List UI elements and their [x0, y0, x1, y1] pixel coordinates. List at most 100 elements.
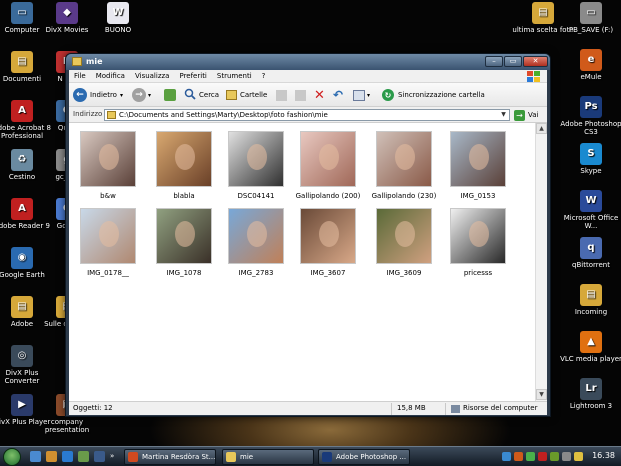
thumbnail-item[interactable]: IMG_1078 — [147, 208, 221, 277]
vertical-scrollbar[interactable]: ▲ ▼ — [535, 123, 547, 401]
chevron-down-icon[interactable]: ▼ — [499, 110, 508, 120]
quicklaunch-media-icon[interactable] — [78, 451, 89, 462]
thumbnail-item[interactable]: DSC04141 — [219, 131, 293, 200]
tray-icon[interactable] — [574, 452, 583, 461]
menu-help[interactable]: ? — [257, 72, 271, 80]
search-button[interactable]: Cerca — [184, 87, 219, 103]
sync-folder-button[interactable]: ↻ Sincronizzazione cartella — [382, 87, 485, 103]
scroll-down-icon[interactable]: ▼ — [536, 389, 547, 400]
photo-thumbnail — [156, 131, 212, 187]
thumbnail-item[interactable]: b&w — [71, 131, 145, 200]
up-folder-button[interactable] — [164, 87, 176, 103]
app-icon: ▶ — [11, 394, 33, 416]
desktop-icon[interactable]: ▭ PB_SAVE (F:) — [559, 2, 621, 34]
desktop-icon[interactable]: Lr Lightroom 3 — [559, 378, 621, 410]
taskbar-button[interactable]: mie — [222, 449, 314, 465]
move-to-button[interactable] — [276, 87, 287, 103]
up-folder-icon — [164, 89, 176, 101]
menu-visualizza[interactable]: Visualizza — [130, 72, 174, 80]
quicklaunch-more-icon[interactable]: » — [110, 452, 114, 460]
thumbnail-item[interactable]: pricesss — [441, 208, 515, 277]
chevron-down-icon[interactable]: ▾ — [148, 92, 151, 99]
desktop-icon[interactable]: W BUONO — [86, 2, 150, 34]
photo-thumbnail — [228, 208, 284, 264]
portrait-shape — [99, 221, 119, 247]
folders-button[interactable]: Cartelle — [226, 87, 267, 103]
desktop-icon[interactable]: W Microsoft Office W... — [559, 190, 621, 230]
desktop-icon-label: Adobe Photoshop CS3 — [560, 120, 621, 136]
forward-button[interactable]: → ▾ — [132, 87, 151, 103]
thumbnail-item[interactable]: IMG_3609 — [367, 208, 441, 277]
title-bar[interactable]: mie – ▭ ✕ — [66, 54, 550, 70]
chevron-down-icon[interactable]: ▾ — [120, 92, 123, 99]
thumbnail-item[interactable]: blabla — [147, 131, 221, 200]
desktop-icon-label: Lightroom 3 — [569, 402, 613, 410]
tray-icon[interactable] — [562, 452, 571, 461]
thumbnail-caption: DSC04141 — [237, 192, 275, 200]
portrait-shape — [395, 221, 415, 247]
desktop-icon-label: company presentation — [44, 418, 90, 434]
go-button[interactable]: → Vai — [514, 109, 538, 121]
tray-icon[interactable] — [526, 452, 535, 461]
close-button[interactable]: ✕ — [523, 56, 548, 67]
thumbnail-item[interactable]: IMG_0153 — [441, 131, 515, 200]
back-button[interactable]: ← Indietro ▾ — [73, 87, 123, 103]
thumbnail-caption: IMG_3609 — [386, 269, 422, 277]
desktop-icon[interactable]: e eMule — [559, 49, 621, 81]
taskbar-button-label: mie — [240, 453, 254, 461]
location-label: Risorse del computer — [463, 404, 538, 412]
thumbnail-item[interactable]: IMG_3607 — [291, 208, 365, 277]
clock[interactable]: 16.38 — [592, 451, 615, 460]
undo-button[interactable]: ↶ — [333, 87, 343, 103]
copy-to-button[interactable] — [295, 87, 306, 103]
tray-icon[interactable] — [502, 452, 511, 461]
desktop-icon[interactable]: q qBittorrent — [559, 237, 621, 269]
quicklaunch-desktop-icon[interactable] — [30, 451, 41, 462]
quicklaunch-ie-icon[interactable] — [62, 451, 73, 462]
desktop-icon[interactable]: Ps Adobe Photoshop CS3 — [559, 96, 621, 136]
computer-icon — [451, 405, 460, 413]
menu-preferiti[interactable]: Preferiti — [174, 72, 211, 80]
move-to-icon — [276, 89, 287, 101]
desktop-icon[interactable]: ▤ Incoming — [559, 284, 621, 316]
photo-thumbnail — [376, 131, 432, 187]
taskbar-button[interactable]: Martina Resdòra St... — [124, 449, 216, 465]
menu-file[interactable]: File — [69, 72, 91, 80]
start-button[interactable] — [3, 448, 21, 466]
thumbnail-item[interactable]: Gallipolando (230) — [367, 131, 441, 200]
tray-icon[interactable] — [514, 452, 523, 461]
desktop-icon[interactable]: S Skype — [559, 143, 621, 175]
address-input[interactable]: C:\Documents and Settings\Marty\Desktop\… — [104, 109, 510, 121]
thumbnail-item[interactable]: IMG_0178__ — [71, 208, 145, 277]
tray-icon[interactable] — [538, 452, 547, 461]
scroll-up-icon[interactable]: ▲ — [536, 123, 547, 134]
menu-strumenti[interactable]: Strumenti — [212, 72, 257, 80]
quicklaunch-browser-icon[interactable] — [46, 451, 57, 462]
taskbar-button[interactable]: Adobe Photoshop ... — [318, 449, 410, 465]
back-arrow-icon: ← — [73, 88, 87, 102]
app-icon: ◉ — [11, 247, 33, 269]
thumbnail-caption: IMG_0153 — [460, 192, 496, 200]
chevron-down-icon[interactable]: ▾ — [367, 92, 370, 99]
minimize-button[interactable]: – — [485, 56, 503, 67]
app-icon: S — [580, 143, 602, 165]
toolbar: ← Indietro ▾ → ▾ Cerca Cartelle ✕ ↶ ▾ ↻ … — [69, 83, 547, 107]
desktop-icon[interactable]: ▲ VLC media player — [559, 331, 621, 363]
thumbnail-item[interactable]: IMG_2783 — [219, 208, 293, 277]
portrait-shape — [319, 144, 339, 170]
tray-icon[interactable] — [550, 452, 559, 461]
go-arrow-icon: → — [514, 109, 525, 121]
thumbnail-item[interactable]: Gallipolando (200) — [291, 131, 365, 200]
address-value: C:\Documents and Settings\Marty\Desktop\… — [119, 111, 328, 119]
delete-button[interactable]: ✕ — [314, 87, 325, 103]
photo-thumbnail — [450, 131, 506, 187]
desktop-icon[interactable]: ◉ Google Earth — [0, 247, 54, 279]
folder-icon — [72, 57, 82, 66]
desktop-icon[interactable]: ◎ DivX Plus Converter — [0, 345, 54, 385]
maximize-button[interactable]: ▭ — [504, 56, 522, 67]
menu-modifica[interactable]: Modifica — [91, 72, 130, 80]
photo-thumbnail — [450, 208, 506, 264]
views-button[interactable]: ▾ — [353, 87, 370, 103]
app-icon: e — [580, 49, 602, 71]
quicklaunch-window-icon[interactable] — [94, 451, 105, 462]
